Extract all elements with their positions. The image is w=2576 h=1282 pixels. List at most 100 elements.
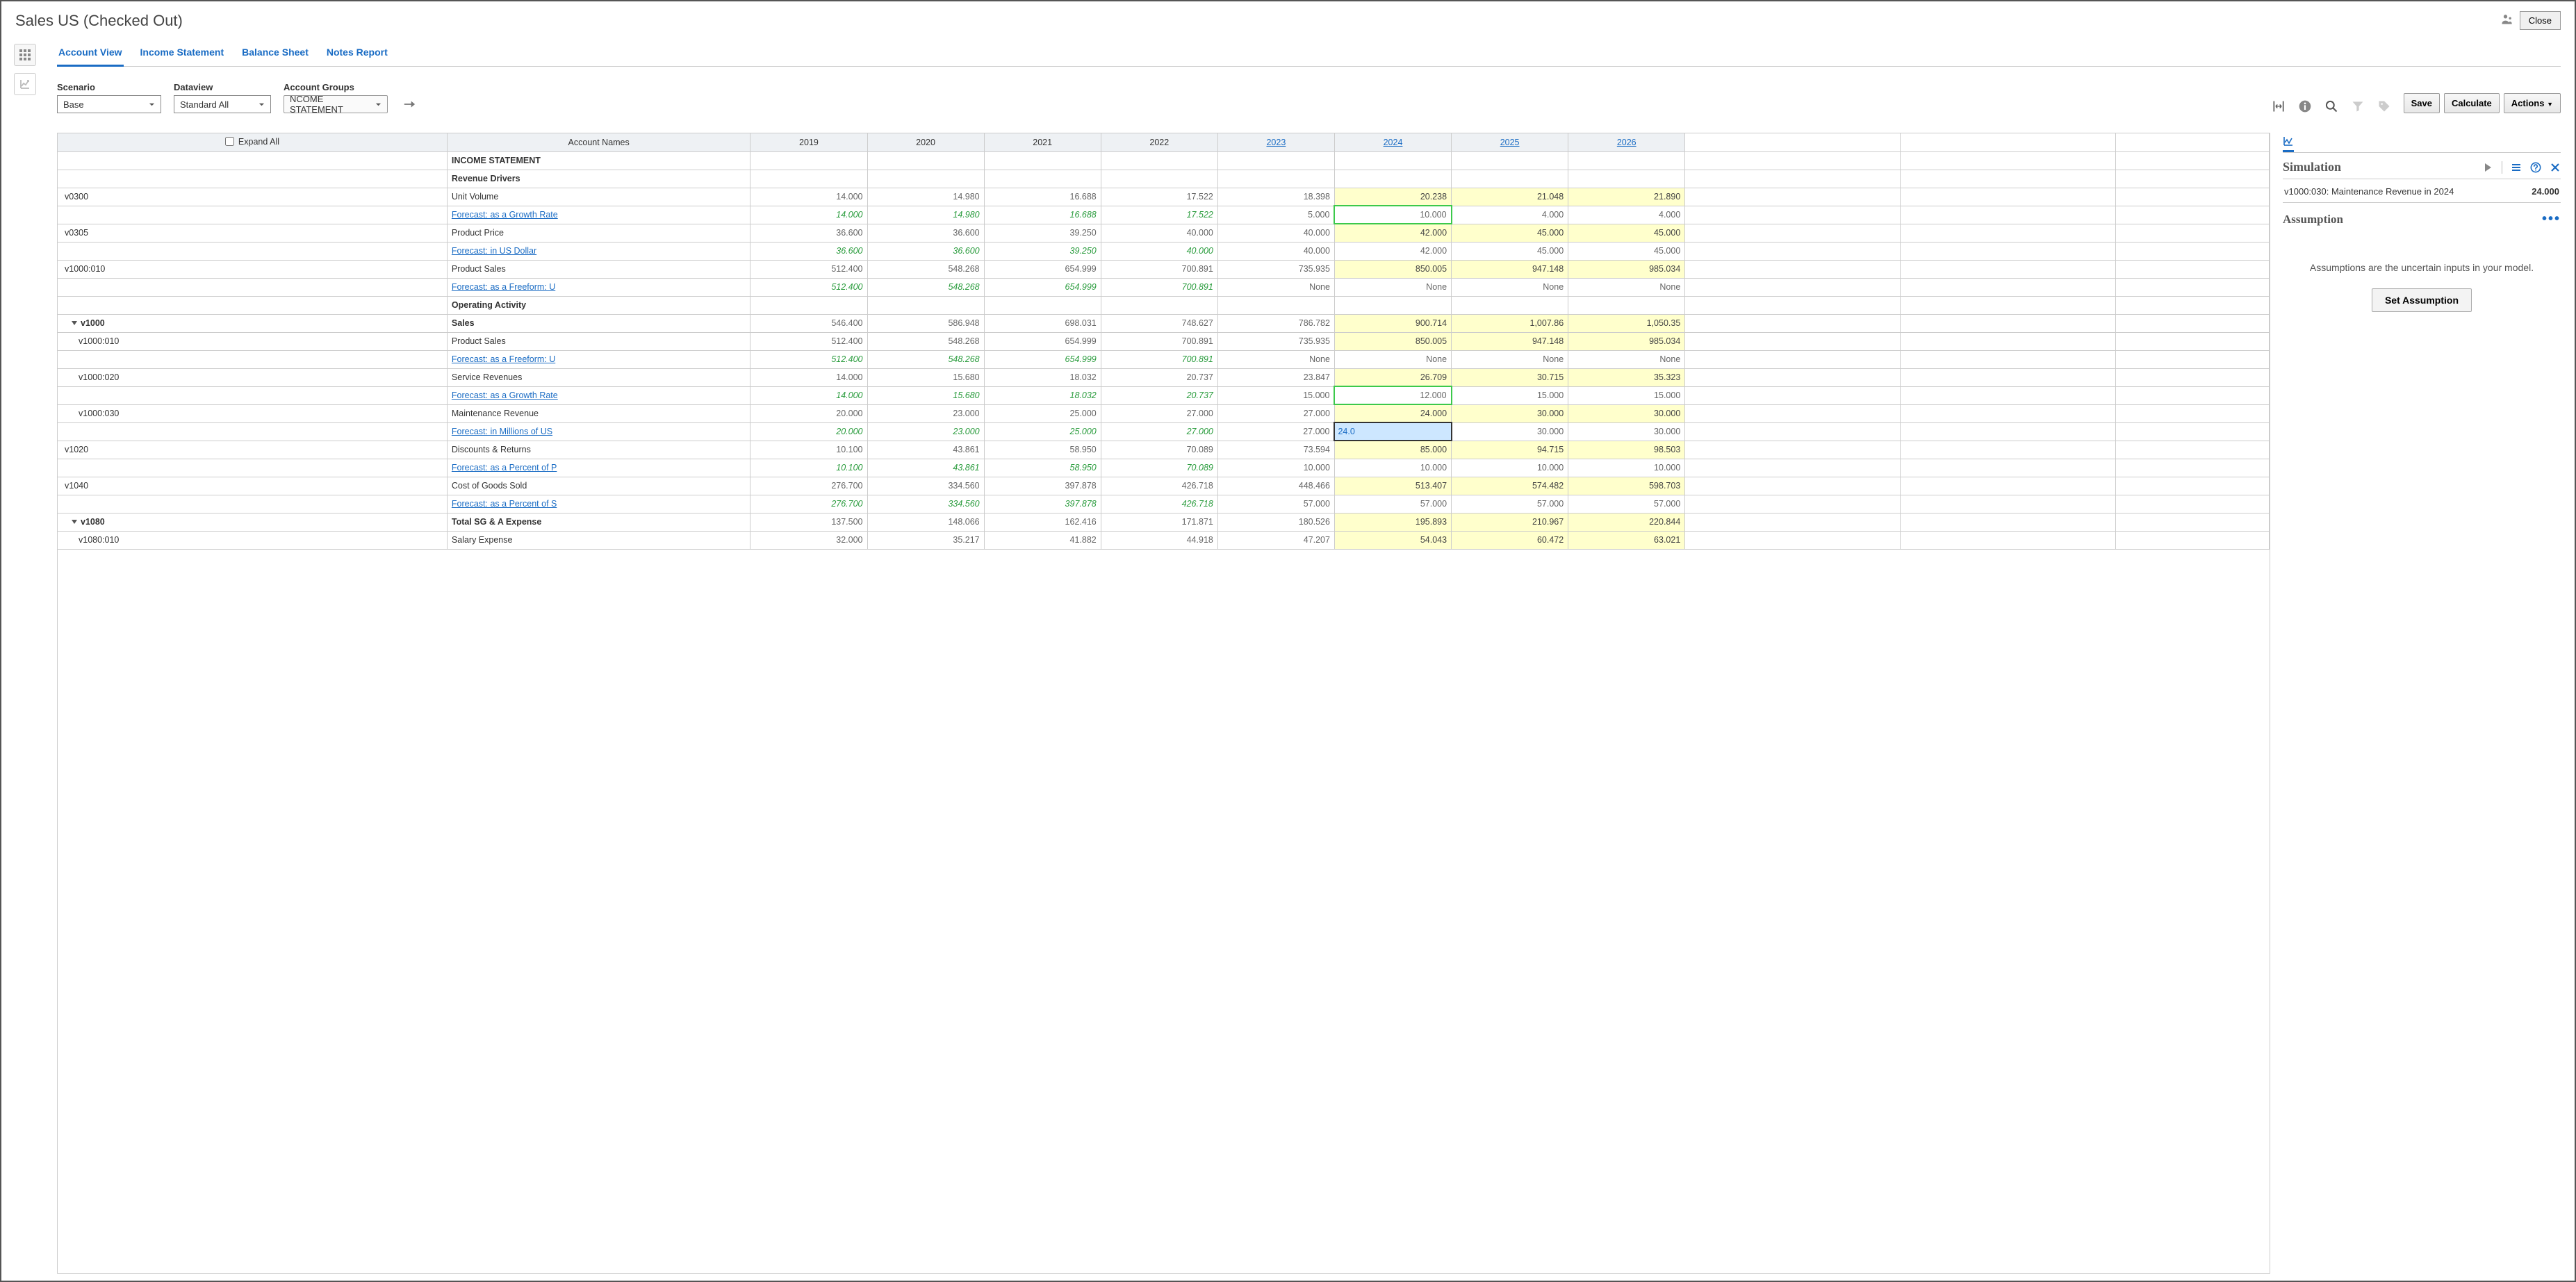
cell[interactable]: 512.400 [750, 260, 867, 278]
cell[interactable]: 36.600 [867, 242, 984, 260]
forecast-link[interactable]: Forecast: in US Dollar [452, 246, 536, 256]
cell[interactable]: 985.034 [1568, 260, 1685, 278]
cell[interactable]: None [1452, 350, 1568, 368]
cell[interactable]: 15.000 [1568, 386, 1685, 404]
cell[interactable]: 20.000 [750, 404, 867, 422]
accountgroups-dropdown[interactable]: NCOME STATEMENT [284, 95, 388, 113]
cell[interactable]: 14.000 [750, 368, 867, 386]
cell[interactable]: 30.000 [1568, 422, 1685, 441]
cell[interactable]: 39.250 [984, 242, 1101, 260]
cell[interactable]: 654.999 [984, 332, 1101, 350]
forecast-link[interactable]: Forecast: as a Freeform: U [452, 282, 555, 292]
cell[interactable]: 41.882 [984, 531, 1101, 549]
cell[interactable]: 14.000 [750, 188, 867, 206]
cell[interactable]: 40.000 [1217, 242, 1334, 260]
cell[interactable]: 947.148 [1452, 260, 1568, 278]
cell[interactable]: 10.000 [1568, 459, 1685, 477]
user-share-icon[interactable] [2500, 13, 2514, 28]
expand-all-header[interactable]: Expand All [58, 133, 447, 151]
cell[interactable]: 698.031 [984, 314, 1101, 332]
cell[interactable]: 546.400 [750, 314, 867, 332]
cell[interactable]: 15.680 [867, 368, 984, 386]
cell[interactable]: 70.089 [1101, 441, 1217, 459]
cell[interactable]: 512.400 [750, 332, 867, 350]
cell[interactable]: 57.000 [1568, 495, 1685, 513]
cell[interactable]: 598.703 [1568, 477, 1685, 495]
cell[interactable]: 748.627 [1101, 314, 1217, 332]
dataview-dropdown[interactable]: Standard All [174, 95, 271, 113]
cell[interactable]: 18.032 [984, 368, 1101, 386]
cell[interactable]: 10.000 [1217, 459, 1334, 477]
cell[interactable]: 27.000 [1217, 422, 1334, 441]
cell[interactable]: 1,050.35 [1568, 314, 1685, 332]
simulation-tab-icon[interactable] [2283, 134, 2294, 152]
cell[interactable]: 210.967 [1452, 513, 1568, 531]
cell[interactable]: 426.718 [1101, 477, 1217, 495]
cell[interactable]: 4.000 [1452, 206, 1568, 224]
cell[interactable]: 1,007.86 [1452, 314, 1568, 332]
forecast-link[interactable]: Forecast: as a Percent of P [452, 463, 557, 472]
cell[interactable]: 512.400 [750, 278, 867, 296]
cell[interactable]: 16.688 [984, 188, 1101, 206]
cell[interactable]: 73.594 [1217, 441, 1334, 459]
cell[interactable]: 548.268 [867, 350, 984, 368]
cell[interactable] [1334, 422, 1451, 441]
year-header-2023[interactable]: 2023 [1217, 133, 1334, 151]
cell[interactable]: 900.714 [1334, 314, 1451, 332]
cell[interactable]: 334.560 [867, 477, 984, 495]
cell[interactable]: 17.522 [1101, 188, 1217, 206]
cell[interactable]: 735.935 [1217, 260, 1334, 278]
year-header-2026[interactable]: 2026 [1568, 133, 1685, 151]
cell[interactable]: 700.891 [1101, 332, 1217, 350]
cell[interactable]: 54.043 [1334, 531, 1451, 549]
cell[interactable]: 14.000 [750, 206, 867, 224]
cell[interactable]: 5.000 [1217, 206, 1334, 224]
cell[interactable]: 850.005 [1334, 332, 1451, 350]
cell[interactable]: 397.878 [984, 495, 1101, 513]
cell[interactable]: 735.935 [1217, 332, 1334, 350]
cell[interactable]: 20.737 [1101, 368, 1217, 386]
calculate-button[interactable]: Calculate [2444, 93, 2500, 113]
assumption-menu-icon[interactable]: ••• [2542, 211, 2561, 227]
cell[interactable]: 26.709 [1334, 368, 1451, 386]
cell[interactable]: 36.600 [750, 224, 867, 242]
forecast-link[interactable]: Forecast: as a Growth Rate [452, 391, 558, 400]
close-button[interactable]: Close [2520, 11, 2561, 30]
cell[interactable]: 12.000 [1334, 386, 1451, 404]
cell[interactable]: 586.948 [867, 314, 984, 332]
cell[interactable]: 36.600 [867, 224, 984, 242]
cell[interactable]: 40.000 [1217, 224, 1334, 242]
cell[interactable]: 27.000 [1101, 422, 1217, 441]
tab-income-statement[interactable]: Income Statement [139, 42, 226, 66]
cell[interactable]: 15.680 [867, 386, 984, 404]
cell[interactable]: 30.000 [1568, 404, 1685, 422]
cell[interactable]: 18.398 [1217, 188, 1334, 206]
cell[interactable]: 700.891 [1101, 278, 1217, 296]
cell[interactable]: 654.999 [984, 278, 1101, 296]
cell[interactable]: None [1568, 278, 1685, 296]
cell[interactable]: 10.000 [1334, 206, 1451, 224]
cell[interactable]: 25.000 [984, 404, 1101, 422]
cell[interactable]: 94.715 [1452, 441, 1568, 459]
cell[interactable]: 85.000 [1334, 441, 1451, 459]
cell[interactable]: 63.021 [1568, 531, 1685, 549]
play-icon[interactable] [2482, 162, 2493, 173]
cell[interactable]: 654.999 [984, 350, 1101, 368]
cell[interactable]: 513.407 [1334, 477, 1451, 495]
cell[interactable]: 850.005 [1334, 260, 1451, 278]
cell[interactable]: 57.000 [1217, 495, 1334, 513]
cell[interactable]: 42.000 [1334, 242, 1451, 260]
cell[interactable]: 23.000 [867, 422, 984, 441]
cell[interactable]: 786.782 [1217, 314, 1334, 332]
info-icon[interactable] [2298, 99, 2312, 113]
cell[interactable]: 23.000 [867, 404, 984, 422]
cell[interactable]: 10.100 [750, 441, 867, 459]
cell[interactable]: 548.268 [867, 332, 984, 350]
cell[interactable]: 45.000 [1568, 242, 1685, 260]
set-assumption-button[interactable]: Set Assumption [2372, 288, 2472, 312]
cell[interactable]: 10.000 [1334, 459, 1451, 477]
list-icon[interactable] [2511, 162, 2522, 173]
cell[interactable]: 548.268 [867, 260, 984, 278]
cell[interactable]: 23.847 [1217, 368, 1334, 386]
tab-account-view[interactable]: Account View [57, 42, 124, 67]
